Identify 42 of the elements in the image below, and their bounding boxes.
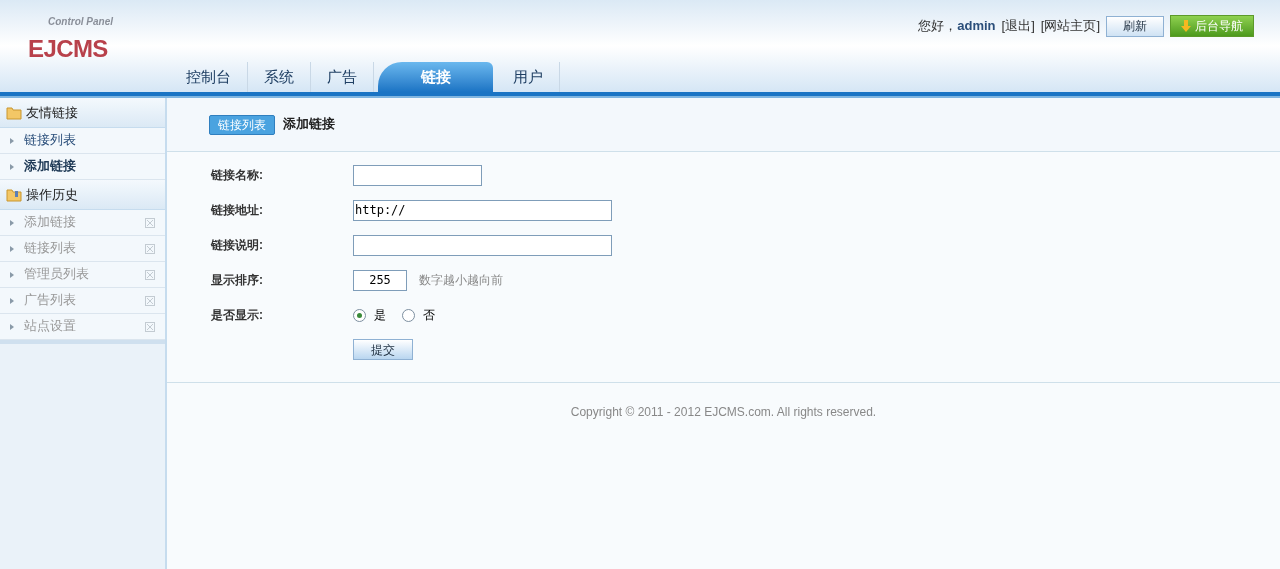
sidebar-group-header[interactable]: 友情链接 <box>0 98 165 128</box>
close-icon[interactable] <box>145 321 155 332</box>
refresh-button[interactable]: 刷新 <box>1106 15 1164 37</box>
header-link[interactable]: [退出] <box>1001 16 1035 36</box>
field-label: 显示排序: <box>211 272 264 289</box>
arrow-icon <box>10 137 14 144</box>
down-arrow-icon <box>1181 20 1191 32</box>
field-label: 链接地址: <box>211 202 264 219</box>
sidebar-item[interactable]: 添加链接 <box>0 154 165 180</box>
copyright: Copyright © 2011 - 2012 EJCMS.com. All rights reserved. <box>570 404 877 421</box>
page-title: 添加链接 <box>283 116 335 134</box>
close-icon[interactable] <box>145 243 155 254</box>
folder-icon <box>6 187 22 202</box>
field-label: 链接说明: <box>211 237 264 254</box>
sidebar-item[interactable]: 链接列表 <box>0 128 165 154</box>
logo: EJCMS <box>28 37 109 61</box>
greeting: 您好，admin <box>918 17 996 36</box>
text-field[interactable] <box>353 234 612 256</box>
submit-button[interactable]: 提交 <box>353 339 413 360</box>
arrow-icon <box>10 163 14 170</box>
radio-button[interactable] <box>353 308 366 322</box>
text-field[interactable] <box>353 164 482 186</box>
logo-subtitle: Control Panel <box>48 15 114 29</box>
arrow-icon <box>10 297 14 304</box>
radio-button[interactable] <box>402 308 415 322</box>
header-link[interactable]: [网站主页] <box>1040 16 1100 36</box>
field-hint: 数字越小越向前 <box>419 272 503 289</box>
sidebar-group-header[interactable]: 操作历史 <box>0 180 165 210</box>
field-label: 是否显示: <box>211 307 264 324</box>
field-label: 链接名称: <box>211 167 264 184</box>
text-field[interactable]: http:// <box>353 199 612 221</box>
text-field[interactable]: 255 <box>353 269 407 291</box>
radio-option[interactable]: 否 <box>402 306 435 324</box>
folder-icon <box>6 105 22 120</box>
arrow-icon <box>10 323 14 330</box>
radio-option[interactable]: 是 <box>353 306 386 324</box>
arrow-icon <box>10 245 14 252</box>
close-icon[interactable] <box>145 269 155 280</box>
close-icon[interactable] <box>145 295 155 306</box>
arrow-icon <box>10 271 14 278</box>
arrow-icon <box>10 219 14 226</box>
close-icon[interactable] <box>145 217 155 228</box>
